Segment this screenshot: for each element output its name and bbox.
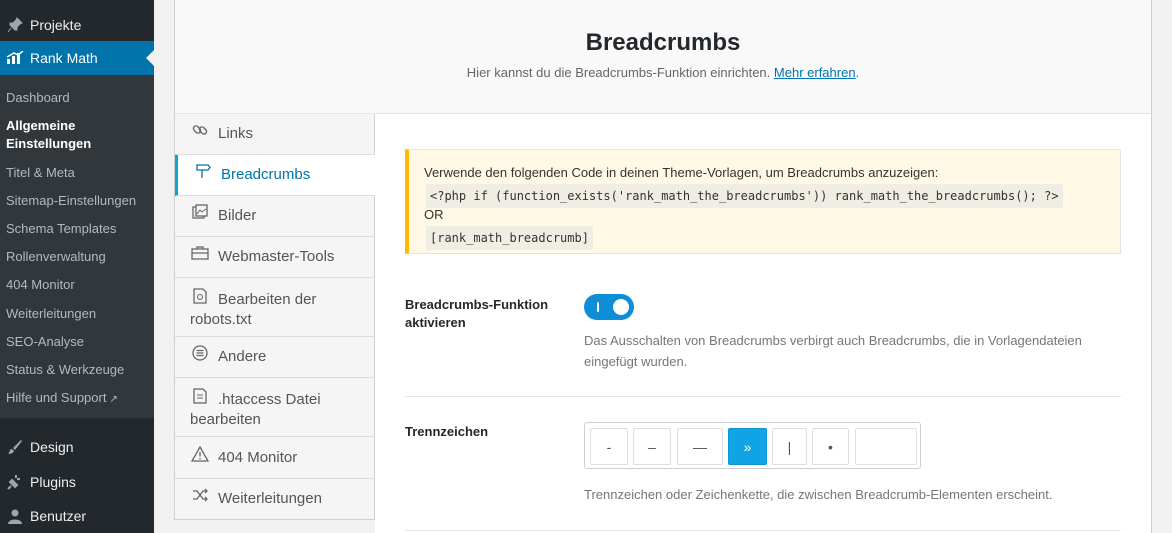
menu-label-projekte: Projekte xyxy=(30,17,82,33)
menu-item-design[interactable]: Design xyxy=(0,430,154,464)
separator-option-em-dash[interactable]: — xyxy=(677,428,723,465)
tab-bilder[interactable]: Bilder xyxy=(175,196,375,237)
separator-options: - – — » | • xyxy=(584,422,921,469)
link-icon xyxy=(190,114,210,154)
menu-label-benutzer: Benutzer xyxy=(30,508,87,524)
submenu-weiterleitungen[interactable]: Weiterleitungen xyxy=(6,305,96,323)
menu-item-rank-math[interactable]: Rank Math xyxy=(0,41,154,75)
toolbox-icon xyxy=(190,237,210,277)
submenu-rollenverwaltung[interactable]: Rollenverwaltung xyxy=(6,248,106,266)
tab-label-weiterleitungen: Weiterleitungen xyxy=(218,490,322,507)
enable-breadcrumbs-toggle[interactable] xyxy=(584,294,634,320)
submenu-seo-analyse[interactable]: SEO-Analyse xyxy=(6,333,84,351)
php-code-snippet: <?php if (function_exists('rank_math_the… xyxy=(426,184,1063,208)
tab-htaccess[interactable]: .htaccess Datei bearbeiten xyxy=(175,378,375,437)
separator-option-en-dash[interactable]: – xyxy=(633,428,671,465)
menu-label-design: Design xyxy=(30,439,74,455)
menu-label-rank-math: Rank Math xyxy=(30,50,98,66)
tab-robots-txt[interactable]: Bearbeiten der robots.txt xyxy=(175,278,375,337)
shortcode-snippet: [rank_math_breadcrumb] xyxy=(426,226,593,250)
warning-icon xyxy=(190,437,210,478)
settings-panel: Verwende den folgenden Code in deinen Th… xyxy=(375,114,1152,533)
plug-icon xyxy=(4,472,26,492)
rank-math-icon xyxy=(4,48,26,68)
submenu-allgemeine-einstellungen[interactable]: Allgemeine Einstellungen xyxy=(6,117,116,153)
tab-label-webmaster-tools: Webmaster-Tools xyxy=(218,248,335,265)
submenu-titel-meta[interactable]: Titel & Meta xyxy=(6,164,75,182)
tab-weiterleitungen[interactable]: Weiterleitungen xyxy=(175,479,375,520)
separator-option-raquo[interactable]: » xyxy=(728,428,767,465)
page-description: Hier kannst du die Breadcrumbs-Funktion … xyxy=(175,65,1151,80)
separator-option-pipe[interactable]: | xyxy=(772,428,807,465)
description-text: Hier kannst du die Breadcrumbs-Funktion … xyxy=(466,65,771,80)
page-title: Breadcrumbs xyxy=(585,29,741,56)
toggle-on-indicator xyxy=(597,302,599,312)
tab-404-monitor[interactable]: 404 Monitor xyxy=(175,437,375,479)
field-divider-bottom xyxy=(405,530,1121,531)
submenu-404-monitor[interactable]: 404 Monitor xyxy=(6,276,75,294)
tab-label-links: Links xyxy=(218,125,254,142)
menu-item-benutzer[interactable]: Benutzer xyxy=(0,499,154,533)
separator-option-hyphen[interactable]: - xyxy=(590,428,628,465)
submenu-status-werkzeuge[interactable]: Status & Werkzeuge xyxy=(6,361,124,379)
external-link-icon: ↗ xyxy=(109,394,118,405)
submenu-hilfe-support[interactable]: Hilfe und Support ↗ xyxy=(6,389,118,409)
separator-option-bullet[interactable]: • xyxy=(812,428,849,465)
document-icon xyxy=(190,388,210,410)
enable-breadcrumbs-description: Das Ausschalten von Breadcrumbs verbirgt… xyxy=(584,330,1082,372)
enable-desc-line2: eingefügt wurden. xyxy=(584,354,688,369)
separator-custom-input[interactable] xyxy=(855,428,917,465)
submenu-hilfe-label: Hilfe und Support xyxy=(6,390,107,405)
description-period: . xyxy=(855,65,860,80)
submenu-sitemap[interactable]: Sitemap-Einstellungen xyxy=(6,192,136,210)
menu-circle-icon xyxy=(190,337,210,377)
submenu-schema-templates[interactable]: Schema Templates xyxy=(6,220,116,238)
menu-item-plugins[interactable]: Plugins xyxy=(0,465,154,499)
enable-desc-line1: Das Ausschalten von Breadcrumbs verbirgt… xyxy=(584,333,1082,348)
menu-item-projekte[interactable]: Projekte xyxy=(0,8,154,42)
learn-more-link[interactable]: Mehr erfahren xyxy=(774,65,856,80)
separator-label: Trennzeichen xyxy=(405,424,489,439)
separator-description: Trennzeichen oder Zeichenkette, die zwis… xyxy=(584,487,1053,502)
tab-links[interactable]: Links xyxy=(175,114,375,155)
settings-tabs: Links Breadcrumbs Bilder Webmaster-Tools… xyxy=(174,114,376,520)
toggle-knob xyxy=(613,299,629,315)
file-icon xyxy=(190,288,210,310)
tab-breadcrumbs[interactable]: Breadcrumbs xyxy=(175,155,376,196)
signpost-icon xyxy=(193,155,213,195)
tab-webmaster-tools[interactable]: Webmaster-Tools xyxy=(175,237,375,278)
user-icon xyxy=(4,506,26,526)
admin-sidebar: Projekte Rank Math Dashboard Allgemeine … xyxy=(0,0,154,533)
tab-label-bilder: Bilder xyxy=(218,207,257,224)
notice-intro: Verwende den folgenden Code in deinen Th… xyxy=(424,165,939,180)
menu-label-plugins: Plugins xyxy=(30,474,76,490)
notice-or: OR xyxy=(424,207,444,222)
tab-andere[interactable]: Andere xyxy=(175,337,375,378)
tab-label-andere: Andere xyxy=(218,348,267,365)
paintbrush-icon xyxy=(4,437,26,457)
code-notice: Verwende den folgenden Code in deinen Th… xyxy=(405,149,1121,254)
field-divider xyxy=(405,396,1121,397)
tab-label-404-monitor: 404 Monitor xyxy=(218,449,298,466)
page-header: Breadcrumbs Hier kannst du die Breadcrum… xyxy=(174,0,1152,114)
pin-icon xyxy=(4,15,26,35)
rank-math-submenu: Dashboard Allgemeine Einstellungen Titel… xyxy=(0,75,154,418)
tab-label-breadcrumbs: Breadcrumbs xyxy=(221,166,311,183)
image-icon xyxy=(190,196,210,236)
submenu-dashboard[interactable]: Dashboard xyxy=(6,89,70,107)
shuffle-icon xyxy=(190,479,210,519)
enable-breadcrumbs-label: Breadcrumbs-Funktion aktivieren xyxy=(405,297,549,330)
